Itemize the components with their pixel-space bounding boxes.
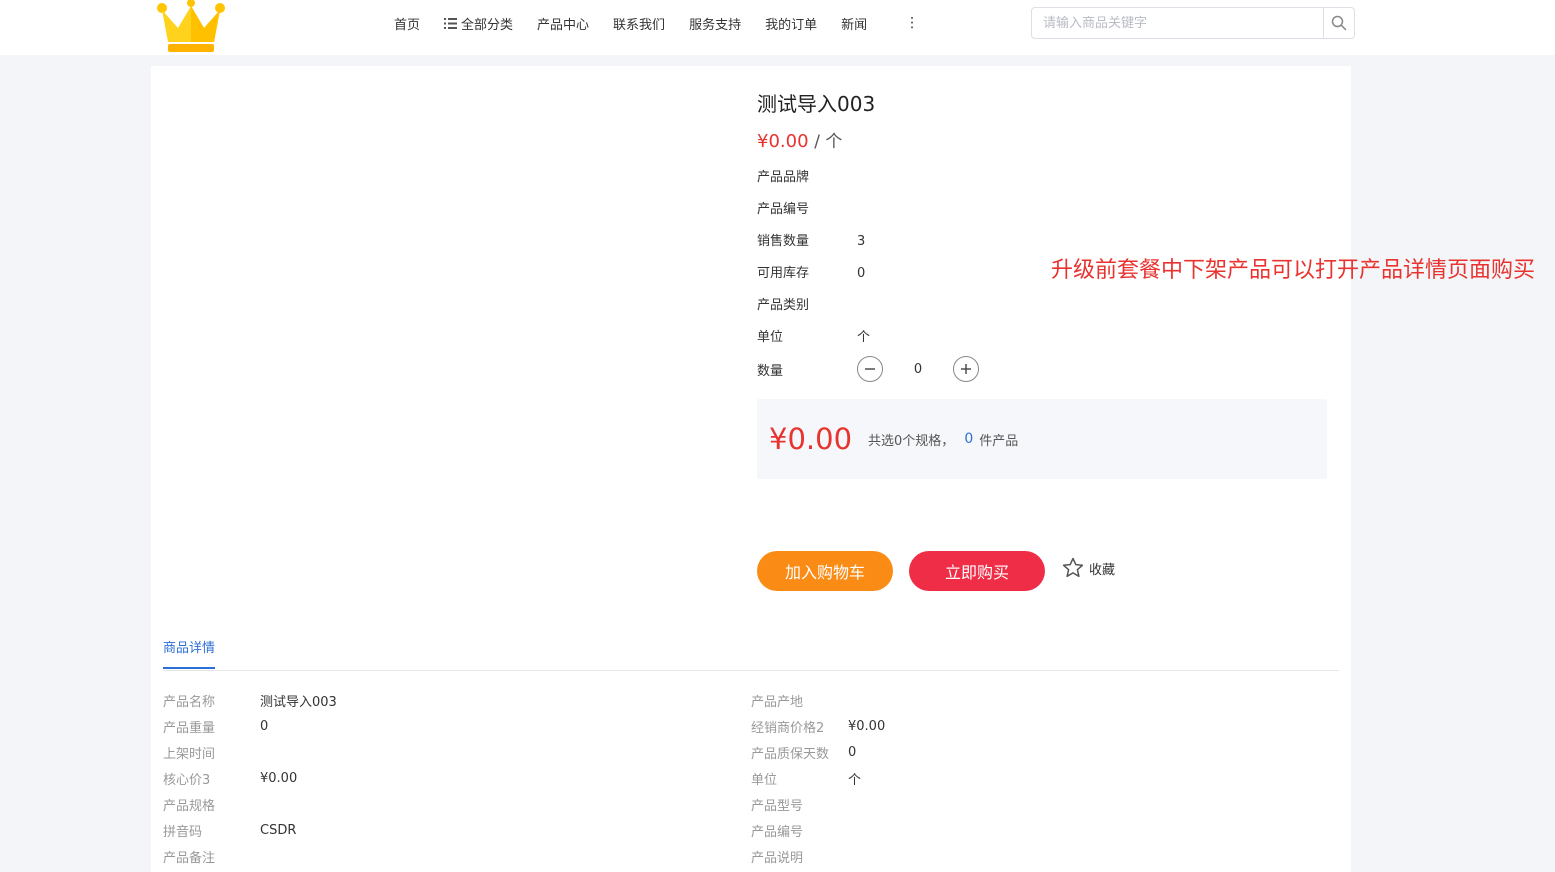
attr-label: 产品类别 [757,298,810,313]
nav-all-categories[interactable]: 全部分类 [444,14,513,33]
detail-label: 经销商价格2 [751,720,825,736]
detail-label: 产品编号 [751,824,804,840]
nav-product-center[interactable]: 产品中心 [537,14,589,33]
search-button[interactable] [1323,8,1354,38]
detail-label: 产品重量 [163,720,216,736]
decrease-button[interactable] [857,356,883,382]
product-price-line: ¥0.00 / 个 [757,127,842,152]
detail-label: 产品说明 [751,850,804,866]
detail-label: 产品名称 [163,694,216,710]
buy-now-button[interactable]: 立即购买 [909,551,1045,591]
tab-divider [163,670,1339,671]
product-title: 测试导入003 [757,92,876,116]
nav-all-categories-label: 全部分类 [461,17,514,33]
plus-icon [961,364,971,374]
summary-total: ¥0.00 [769,422,853,456]
detail-label: 产品产地 [751,694,804,710]
detail-label: 核心价3 [163,772,211,788]
nav-home[interactable]: 首页 [394,14,420,33]
red-annotation-note: 升级前套餐中下架产品可以打开产品详情页面购买 [1051,258,1536,283]
list-icon [444,17,458,29]
details-left-column: 产品名称 测试导入003 产品重量 0 上架时间 核心价3 ¥0.00 产品规格 拼音… [163,687,337,869]
detail-row: 产品备注 [163,843,337,869]
attr-label: 产品编号 [757,202,810,217]
star-icon [1062,557,1084,578]
detail-row: 单位 个 [751,765,885,791]
minus-icon [865,368,875,370]
detail-value: 测试导入003 [260,694,337,710]
detail-row: 产品产地 [751,687,885,713]
quantity-stepper: 数量 0 [757,354,979,384]
favorite-button[interactable]: 收藏 [1061,556,1115,580]
attr-label: 销售数量 [757,234,810,249]
tab-product-details[interactable]: 商品详情 [163,637,216,669]
quantity-label: 数量 [757,363,784,379]
detail-row: 拼音码 CSDR [163,817,337,843]
detail-label: 产品备注 [163,850,216,866]
attr-label: 产品品牌 [757,170,810,185]
nav-news[interactable]: 新闻 [841,14,867,33]
detail-value: 0 [848,744,857,760]
attr-row-stock: 可用库存 0 [757,262,865,281]
attr-label: 可用库存 [757,266,810,281]
main-nav: 首页 全部分类 产品中心 联系我们 服务支持 我的订单 新闻 ⋮ [394,0,919,46]
price-unit: / 个 [814,132,843,152]
detail-row: 产品重量 0 [163,713,337,739]
attr-value: 3 [857,234,866,249]
attr-value: 个 [857,330,871,345]
summary-product-text: 件产品 [979,433,1019,449]
detail-row: 经销商价格2 ¥0.00 [751,713,885,739]
product-panel: 测试导入003 ¥0.00 / 个 产品品牌 产品编号 销售数量 3 可用库存 0 … [151,66,1351,872]
detail-row: 核心价3 ¥0.00 [163,765,337,791]
more-menu-icon[interactable]: ⋮ [905,15,919,31]
add-to-cart-button[interactable]: 加入购物车 [757,551,893,591]
attr-row-sales: 销售数量 3 [757,230,865,249]
detail-label: 拼音码 [163,824,203,840]
detail-value: 0 [260,718,269,734]
attr-row-brand: 产品品牌 [757,166,857,185]
increase-button[interactable] [953,356,979,382]
product-price: ¥0.00 [757,131,809,152]
detail-row: 上架时间 [163,739,337,765]
detail-row: 产品型号 [751,791,885,817]
favorite-label: 收藏 [1089,562,1116,578]
detail-row: 产品质保天数 0 [751,739,885,765]
search-input[interactable] [1032,8,1323,38]
quantity-value[interactable]: 0 [883,362,953,377]
nav-my-orders[interactable]: 我的订单 [765,14,817,33]
detail-value: ¥0.00 [260,770,298,786]
detail-value: CSDR [260,822,297,838]
search-box [1031,7,1355,39]
detail-row: 产品规格 [163,791,337,817]
detail-label: 上架时间 [163,746,216,762]
top-header: 首页 全部分类 产品中心 联系我们 服务支持 我的订单 新闻 ⋮ [0,0,1555,55]
detail-row: 产品名称 测试导入003 [163,687,337,713]
summary-spec-text: 共选0个规格， [868,433,955,449]
detail-label: 产品型号 [751,798,804,814]
nav-service-support[interactable]: 服务支持 [689,14,741,33]
order-summary: ¥0.00 共选0个规格， 0 件产品 [757,399,1327,479]
attr-value: 0 [857,266,866,281]
detail-value: 个 [848,772,862,788]
detail-row: 产品说明 [751,843,885,869]
detail-label: 产品规格 [163,798,216,814]
attr-row-code: 产品编号 [757,198,857,217]
summary-count: 0 [964,431,974,447]
attr-row-category: 产品类别 [757,294,857,313]
detail-row: 产品编号 [751,817,885,843]
detail-label: 单位 [751,772,778,788]
attr-label: 单位 [757,330,784,345]
nav-contact-us[interactable]: 联系我们 [613,14,665,33]
crown-logo-icon[interactable] [156,0,226,54]
detail-label: 产品质保天数 [751,746,830,762]
attr-row-unit: 单位 个 [757,326,870,345]
detail-value: ¥0.00 [848,718,886,734]
details-right-column: 产品产地 经销商价格2 ¥0.00 产品质保天数 0 单位 个 产品型号 产品编号 产… [751,687,885,869]
search-icon [1331,15,1347,31]
